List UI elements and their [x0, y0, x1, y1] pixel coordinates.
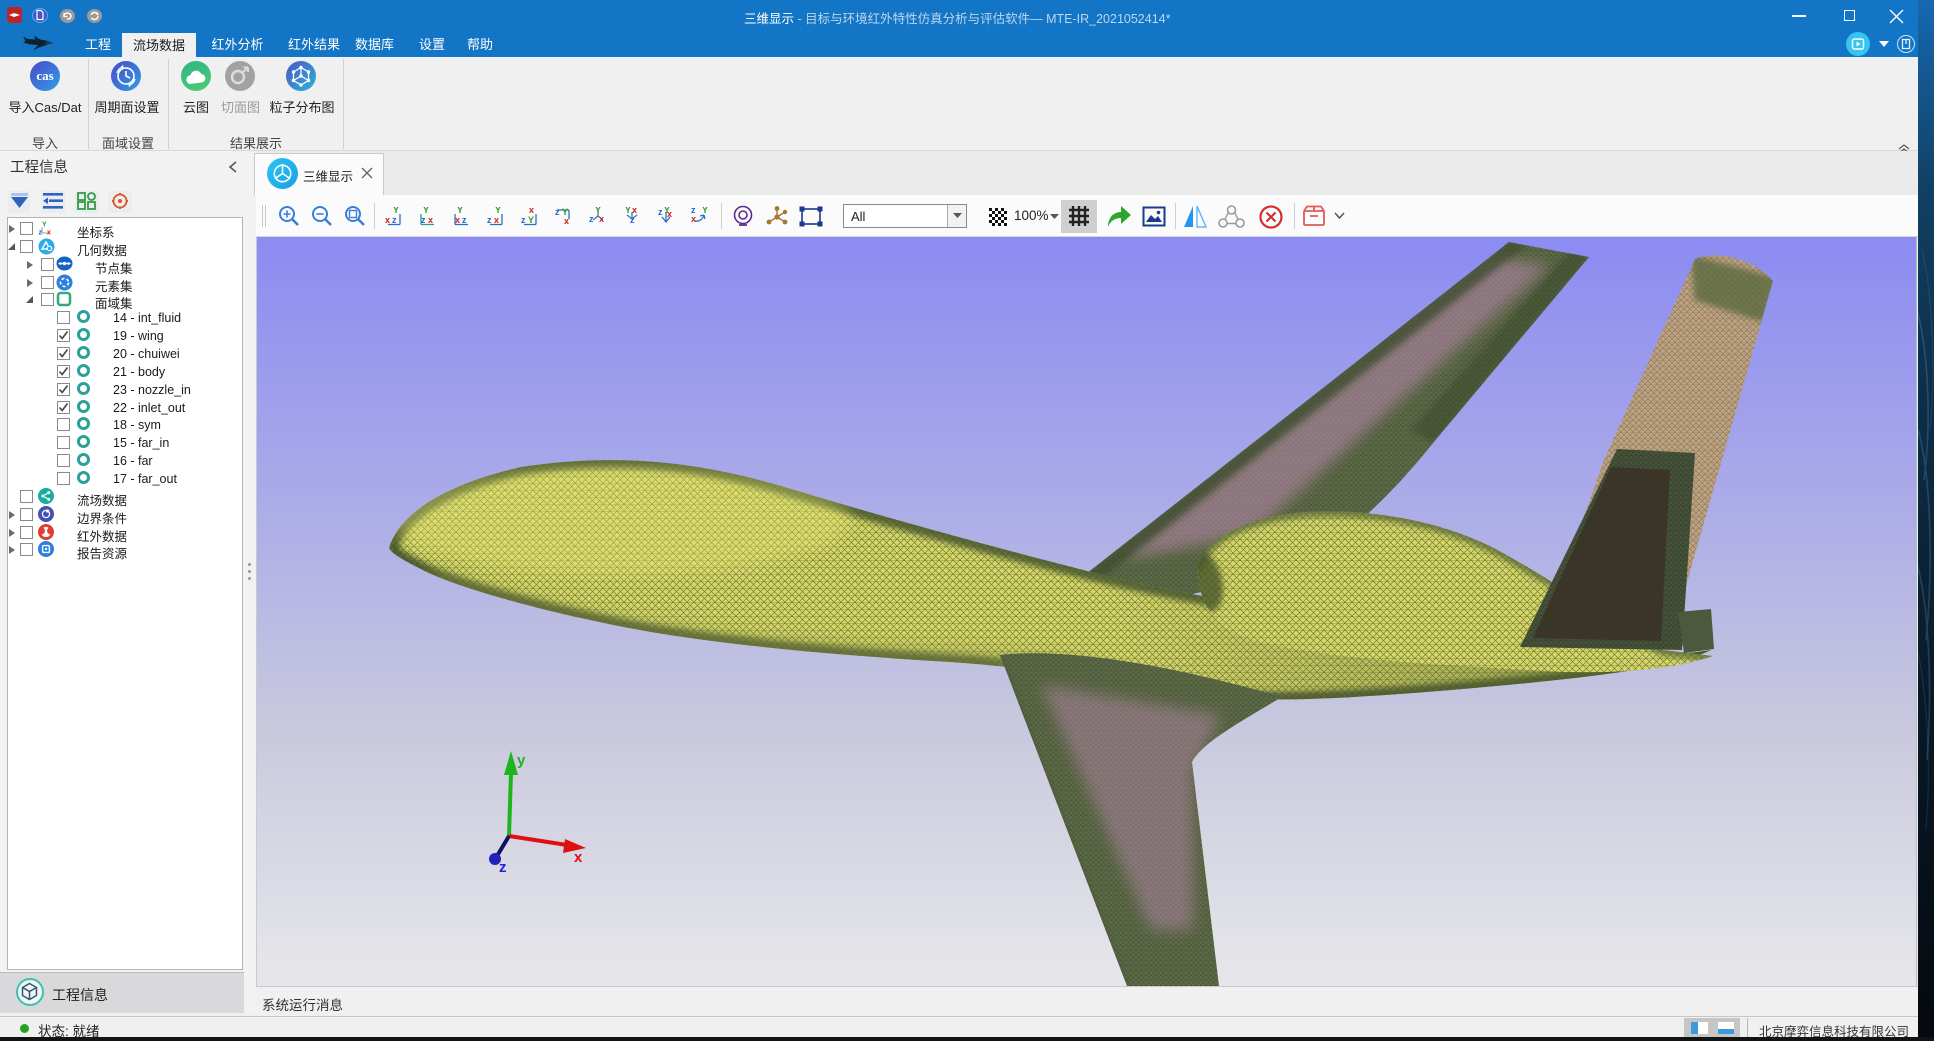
svg-text:y: y [517, 752, 526, 769]
svg-text:x: x [632, 207, 637, 215]
svg-text:z: z [392, 215, 397, 225]
svg-text:z: z [39, 230, 43, 237]
svg-text:Y: Y [702, 207, 708, 215]
svg-text:z: z [658, 207, 663, 217]
svg-text:x: x [529, 207, 534, 215]
svg-text:z: z [487, 215, 492, 225]
svg-text:x: x [599, 214, 604, 224]
svg-text:z: z [499, 859, 507, 876]
svg-text:Y: Y [495, 207, 501, 215]
svg-text:Y: Y [393, 207, 399, 215]
svg-text:z: z [630, 215, 635, 225]
svg-text:z: z [555, 207, 560, 217]
svg-text:x: x [428, 215, 433, 225]
svg-text:z: z [521, 215, 526, 225]
svg-text:x: x [494, 215, 499, 225]
svg-text:Y: Y [528, 215, 534, 225]
svg-text:Y: Y [457, 207, 463, 215]
svg-text:Y: Y [423, 207, 429, 215]
svg-text:x: x [667, 209, 672, 219]
svg-text:x: x [455, 215, 460, 225]
svg-text:Y: Y [42, 222, 47, 229]
svg-text:x: x [385, 215, 390, 225]
svg-text:x: x [574, 849, 583, 866]
svg-text:z: z [589, 214, 594, 224]
svg-text:x: x [691, 214, 696, 224]
svg-text:z: z [421, 215, 426, 225]
svg-text:z: z [462, 215, 467, 225]
svg-text:x: x [564, 216, 569, 226]
svg-text:Y: Y [625, 207, 631, 215]
svg-text:x: x [47, 230, 51, 237]
